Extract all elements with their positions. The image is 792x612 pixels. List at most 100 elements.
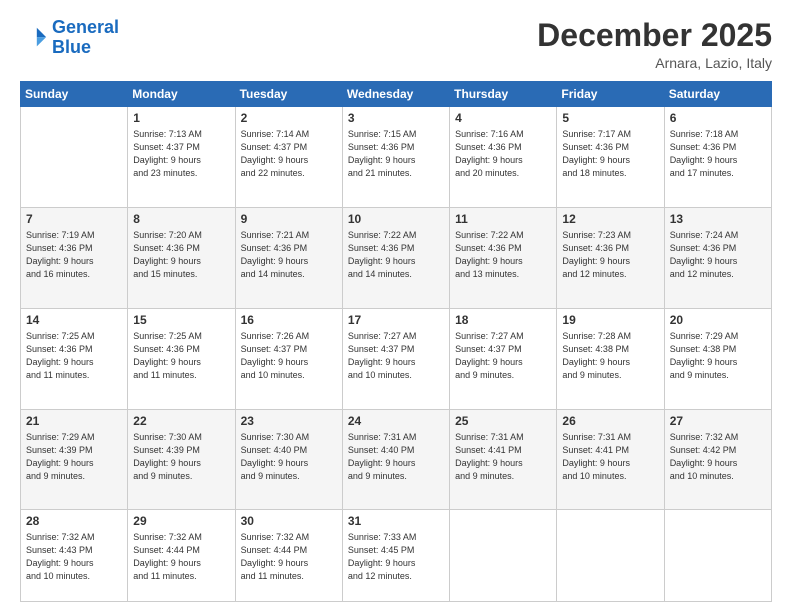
day-info: Sunrise: 7:24 AMSunset: 4:36 PMDaylight:… [670, 229, 766, 281]
day-number: 30 [241, 514, 337, 528]
day-number: 29 [133, 514, 229, 528]
table-row: 28 Sunrise: 7:32 AMSunset: 4:43 PMDayligh… [21, 510, 128, 602]
logo-line1: General [52, 17, 119, 37]
day-info: Sunrise: 7:23 AMSunset: 4:36 PMDaylight:… [562, 229, 658, 281]
table-row: 20 Sunrise: 7:29 AMSunset: 4:38 PMDayligh… [664, 308, 771, 409]
day-number: 8 [133, 212, 229, 226]
day-number: 28 [26, 514, 122, 528]
day-number: 17 [348, 313, 444, 327]
table-row: 26 Sunrise: 7:31 AMSunset: 4:41 PMDayligh… [557, 409, 664, 510]
table-row: 3Sunrise: 7:15 AMSunset: 4:36 PMDaylight… [342, 107, 449, 208]
table-row: 9 Sunrise: 7:21 AMSunset: 4:36 PMDaylight… [235, 207, 342, 308]
col-wednesday: Wednesday [342, 82, 449, 107]
table-row [664, 510, 771, 602]
day-number: 10 [348, 212, 444, 226]
day-number: 22 [133, 414, 229, 428]
day-info: Sunrise: 7:32 AMSunset: 4:44 PMDaylight:… [241, 531, 337, 583]
day-number: 31 [348, 514, 444, 528]
title-area: December 2025 Arnara, Lazio, Italy [537, 18, 772, 71]
day-number: 14 [26, 313, 122, 327]
day-info: Sunrise: 7:30 AMSunset: 4:40 PMDaylight:… [241, 431, 337, 483]
day-info: Sunrise: 7:25 AMSunset: 4:36 PMDaylight:… [26, 330, 122, 382]
table-row: 6 Sunrise: 7:18 AMSunset: 4:36 PMDaylight… [664, 107, 771, 208]
day-number: 25 [455, 414, 551, 428]
table-row: 30 Sunrise: 7:32 AMSunset: 4:44 PMDayligh… [235, 510, 342, 602]
table-row: 23 Sunrise: 7:30 AMSunset: 4:40 PMDayligh… [235, 409, 342, 510]
table-row: 4Sunrise: 7:16 AMSunset: 4:36 PMDaylight… [450, 107, 557, 208]
day-info: Sunrise: 7:26 AMSunset: 4:37 PMDaylight:… [241, 330, 337, 382]
day-info: Sunrise: 7:18 AMSunset: 4:36 PMDaylight:… [670, 128, 766, 180]
day-number: 12 [562, 212, 658, 226]
day-number: 1 [133, 111, 229, 125]
day-number: 11 [455, 212, 551, 226]
day-info: Sunrise: 7:29 AMSunset: 4:38 PMDaylight:… [670, 330, 766, 382]
day-number: 9 [241, 212, 337, 226]
day-info: Sunrise: 7:31 AMSunset: 4:41 PMDaylight:… [562, 431, 658, 483]
logo: General Blue [20, 18, 119, 58]
day-number: 16 [241, 313, 337, 327]
day-info: Sunrise: 7:13 AMSunset: 4:37 PMDaylight:… [133, 128, 229, 180]
day-number: 2 [241, 111, 337, 125]
day-info: Sunrise: 7:21 AMSunset: 4:36 PMDaylight:… [241, 229, 337, 281]
month-title: December 2025 [537, 18, 772, 53]
table-row: 1 Sunrise: 7:13 AMSunset: 4:37 PMDaylight… [128, 107, 235, 208]
calendar-table: Sunday Monday Tuesday Wednesday Thursday… [20, 81, 772, 602]
day-number: 15 [133, 313, 229, 327]
col-monday: Monday [128, 82, 235, 107]
table-row: 15 Sunrise: 7:25 AMSunset: 4:36 PMDayligh… [128, 308, 235, 409]
logo-text: General Blue [52, 18, 119, 58]
table-row: 7Sunrise: 7:19 AMSunset: 4:36 PMDaylight… [21, 207, 128, 308]
day-info: Sunrise: 7:32 AMSunset: 4:43 PMDaylight:… [26, 531, 122, 583]
day-number: 26 [562, 414, 658, 428]
header: General Blue December 2025 Arnara, Lazio… [20, 18, 772, 71]
table-row: 19 Sunrise: 7:28 AMSunset: 4:38 PMDayligh… [557, 308, 664, 409]
table-row: 18Sunrise: 7:27 AMSunset: 4:37 PMDayligh… [450, 308, 557, 409]
day-info: Sunrise: 7:31 AMSunset: 4:40 PMDaylight:… [348, 431, 444, 483]
day-info: Sunrise: 7:17 AMSunset: 4:36 PMDaylight:… [562, 128, 658, 180]
table-row: 16 Sunrise: 7:26 AMSunset: 4:37 PMDayligh… [235, 308, 342, 409]
day-number: 21 [26, 414, 122, 428]
table-row: 17 Sunrise: 7:27 AMSunset: 4:37 PMDayligh… [342, 308, 449, 409]
day-info: Sunrise: 7:29 AMSunset: 4:39 PMDaylight:… [26, 431, 122, 483]
table-row: 24Sunrise: 7:31 AMSunset: 4:40 PMDayligh… [342, 409, 449, 510]
table-row: 10 Sunrise: 7:22 AMSunset: 4:36 PMDayligh… [342, 207, 449, 308]
table-row: 27Sunrise: 7:32 AMSunset: 4:42 PMDayligh… [664, 409, 771, 510]
day-number: 6 [670, 111, 766, 125]
day-number: 20 [670, 313, 766, 327]
table-row: 21 Sunrise: 7:29 AMSunset: 4:39 PMDayligh… [21, 409, 128, 510]
calendar-header-row: Sunday Monday Tuesday Wednesday Thursday… [21, 82, 772, 107]
day-info: Sunrise: 7:16 AMSunset: 4:36 PMDaylight:… [455, 128, 551, 180]
col-tuesday: Tuesday [235, 82, 342, 107]
day-info: Sunrise: 7:31 AMSunset: 4:41 PMDaylight:… [455, 431, 551, 483]
table-row: 29Sunrise: 7:32 AMSunset: 4:44 PMDayligh… [128, 510, 235, 602]
day-number: 7 [26, 212, 122, 226]
col-sunday: Sunday [21, 82, 128, 107]
logo-line2: Blue [52, 37, 91, 57]
day-number: 13 [670, 212, 766, 226]
table-row: 12 Sunrise: 7:23 AMSunset: 4:36 PMDayligh… [557, 207, 664, 308]
col-thursday: Thursday [450, 82, 557, 107]
day-info: Sunrise: 7:32 AMSunset: 4:42 PMDaylight:… [670, 431, 766, 483]
day-info: Sunrise: 7:27 AMSunset: 4:37 PMDaylight:… [348, 330, 444, 382]
table-row: 22Sunrise: 7:30 AMSunset: 4:39 PMDayligh… [128, 409, 235, 510]
table-row: 5 Sunrise: 7:17 AMSunset: 4:36 PMDaylight… [557, 107, 664, 208]
table-row [557, 510, 664, 602]
day-number: 3 [348, 111, 444, 125]
table-row: 25 Sunrise: 7:31 AMSunset: 4:41 PMDayligh… [450, 409, 557, 510]
day-info: Sunrise: 7:28 AMSunset: 4:38 PMDaylight:… [562, 330, 658, 382]
day-number: 19 [562, 313, 658, 327]
day-number: 5 [562, 111, 658, 125]
day-info: Sunrise: 7:25 AMSunset: 4:36 PMDaylight:… [133, 330, 229, 382]
table-row: 14 Sunrise: 7:25 AMSunset: 4:36 PMDayligh… [21, 308, 128, 409]
table-row [21, 107, 128, 208]
location: Arnara, Lazio, Italy [537, 55, 772, 71]
day-info: Sunrise: 7:22 AMSunset: 4:36 PMDaylight:… [348, 229, 444, 281]
day-number: 23 [241, 414, 337, 428]
day-info: Sunrise: 7:14 AMSunset: 4:37 PMDaylight:… [241, 128, 337, 180]
day-info: Sunrise: 7:27 AMSunset: 4:37 PMDaylight:… [455, 330, 551, 382]
day-info: Sunrise: 7:22 AMSunset: 4:36 PMDaylight:… [455, 229, 551, 281]
col-saturday: Saturday [664, 82, 771, 107]
col-friday: Friday [557, 82, 664, 107]
table-row: 11 Sunrise: 7:22 AMSunset: 4:36 PMDayligh… [450, 207, 557, 308]
day-info: Sunrise: 7:33 AMSunset: 4:45 PMDaylight:… [348, 531, 444, 583]
